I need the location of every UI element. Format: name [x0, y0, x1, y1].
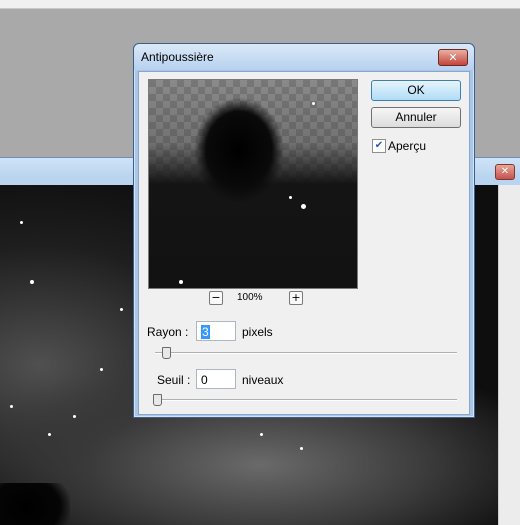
dialog-close-button[interactable]: ✕: [438, 49, 468, 66]
preview-checkbox-label: Aperçu: [388, 139, 427, 153]
radius-slider-thumb[interactable]: [161, 347, 171, 359]
preview-checkbox[interactable]: ✔: [372, 139, 386, 153]
radius-unit: pixels: [242, 325, 273, 339]
preview-star: [179, 280, 183, 284]
dust-scratches-dialog: Antipoussière ✕ − 100% + OK Annuler ✔ Ap…: [133, 43, 475, 418]
preview-star: [289, 196, 292, 199]
zoom-in-button[interactable]: +: [289, 291, 303, 305]
background-window-strip: [0, 0, 520, 9]
document-close-button[interactable]: ✕: [495, 164, 515, 180]
zoom-level: 100%: [237, 292, 263, 303]
preview-star: [312, 102, 315, 105]
star: [73, 415, 76, 418]
threshold-label: Seuil :: [157, 373, 191, 387]
filter-preview[interactable]: [148, 79, 358, 289]
radius-input[interactable]: 3: [196, 321, 236, 341]
dialog-title: Antipoussière: [141, 50, 214, 64]
radius-value: 3: [201, 325, 210, 339]
radius-label: Rayon :: [147, 325, 189, 339]
dialog-titlebar[interactable]: Antipoussière ✕: [134, 44, 474, 70]
cancel-button[interactable]: Annuler: [371, 107, 461, 128]
ok-button[interactable]: OK: [371, 80, 461, 101]
star: [10, 405, 13, 408]
radius-slider-track[interactable]: [155, 352, 457, 354]
document-scrollbar[interactable]: [498, 185, 520, 525]
star: [30, 280, 34, 284]
zoom-out-button[interactable]: −: [209, 291, 223, 305]
star: [20, 221, 23, 224]
star: [48, 433, 51, 436]
threshold-input[interactable]: 0: [196, 369, 236, 389]
dialog-body: − 100% + OK Annuler ✔ Aperçu Rayon : 3 p…: [138, 71, 470, 415]
threshold-slider-track[interactable]: [155, 399, 457, 401]
threshold-slider-thumb[interactable]: [153, 394, 162, 406]
checkmark-icon: ✔: [374, 140, 384, 151]
star: [100, 368, 103, 371]
preview-star: [301, 204, 306, 209]
nebula-horsehead: [0, 483, 70, 525]
star: [120, 308, 123, 311]
star: [260, 433, 263, 436]
star: [300, 447, 303, 450]
preview-image: [149, 80, 357, 288]
threshold-unit: niveaux: [242, 373, 284, 387]
